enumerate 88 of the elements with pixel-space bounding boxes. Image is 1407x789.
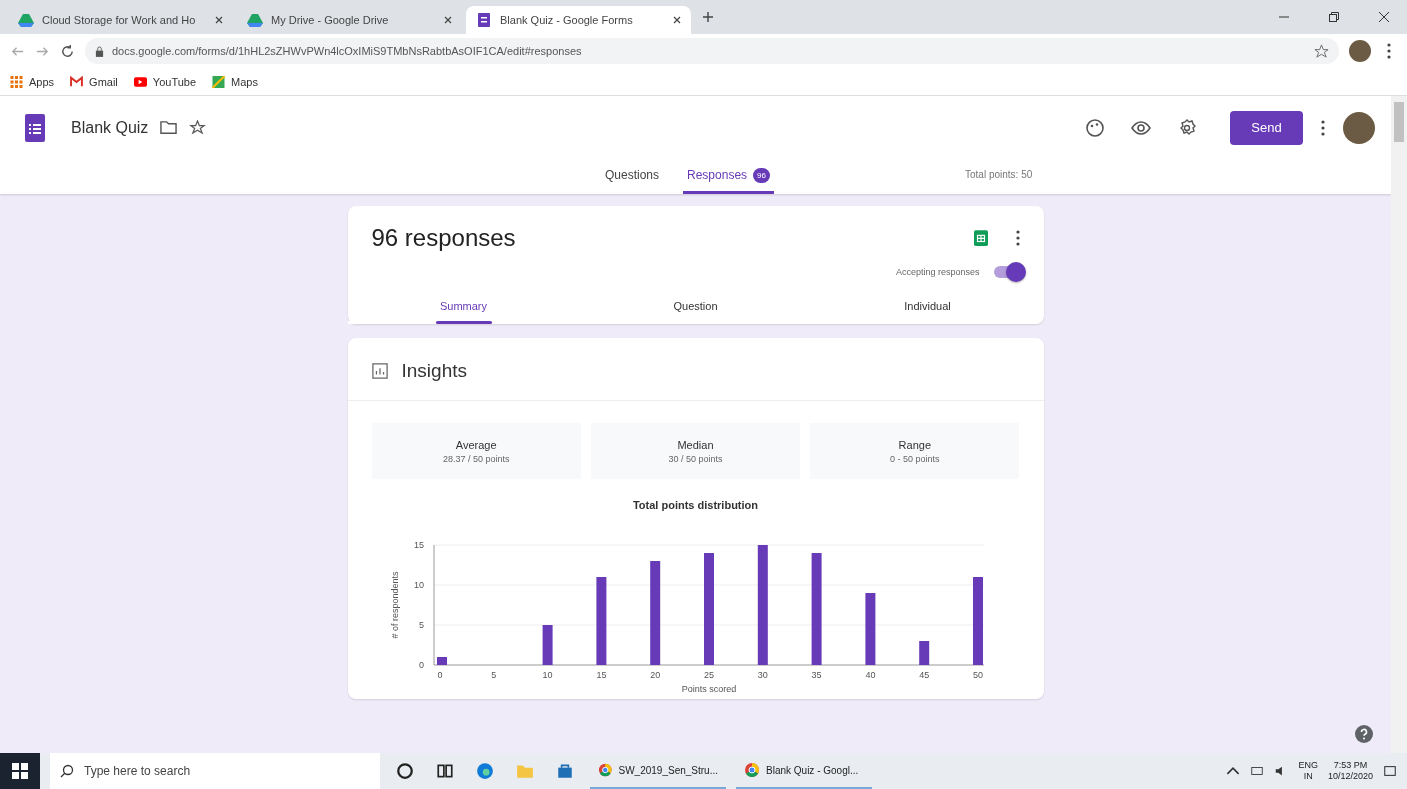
document-icon [476, 12, 492, 28]
notification-icon[interactable] [1383, 764, 1397, 778]
avatar[interactable] [1343, 111, 1375, 144]
tab-title: My Drive - Google Drive [271, 14, 390, 26]
browser-tab[interactable]: Cloud Storage for Work and Ho [8, 6, 233, 34]
x-tick-label: 25 [703, 670, 714, 680]
play-icon [133, 75, 147, 88]
insights-title: Insights [401, 360, 467, 382]
mail-icon [70, 75, 84, 88]
scrollbar-thumb[interactable] [1394, 102, 1404, 142]
x-tick-label: 10 [542, 670, 553, 680]
responses-tab[interactable]: Individual [811, 288, 1044, 324]
count-badge: 96 [753, 167, 770, 183]
send-button[interactable]: Send [1230, 110, 1303, 145]
close-icon[interactable] [673, 16, 681, 24]
triangle-icon [18, 12, 34, 28]
responses-tab[interactable]: Summary [347, 288, 580, 324]
form-tab[interactable]: Responses 96 [683, 159, 774, 194]
stat-value: 30 / 50 points [668, 453, 723, 464]
responses-tab[interactable]: Question [579, 288, 812, 324]
restore-icon[interactable] [1328, 11, 1340, 23]
browser-icon [744, 762, 760, 778]
folder-icon[interactable] [160, 120, 178, 135]
url-text: docs.google.com/forms/d/1hHL2sZHWvPWn4lcOxIMiS9TMbNsRabtbAsOIF1CA/edit#responses [112, 45, 582, 57]
accepting-label: Accepting responses [895, 267, 980, 277]
form-tab[interactable]: Questions [601, 159, 664, 194]
x-axis-label: Points scored [681, 684, 736, 694]
x-tick-label: 5 [490, 670, 496, 680]
bookmark[interactable]: YouTube [133, 75, 197, 88]
x-tick-label: 45 [918, 670, 929, 680]
clock[interactable]: 7:53 PM 10/12/2020 [1327, 760, 1373, 782]
bookmark[interactable]: Apps [10, 75, 55, 88]
taskbar-app[interactable]: SW_2019_Sen_Stru... [590, 753, 726, 789]
star-icon[interactable] [1314, 43, 1329, 59]
star-icon[interactable] [189, 120, 207, 135]
help-icon[interactable] [1355, 725, 1373, 743]
plus-icon[interactable] [703, 12, 713, 22]
browser-tab[interactable]: Blank Quiz - Google Forms [466, 6, 691, 34]
address-bar[interactable]: docs.google.com/forms/d/1hHL2sZHWvPWn4lcOxIMiS9TMbNsRabtbAsOIF1CA/edit#responses [85, 38, 1339, 64]
store-bag-icon[interactable] [556, 762, 574, 780]
lock-icon [95, 45, 104, 57]
form-document-icon[interactable] [25, 113, 45, 142]
x-tick-label: 50 [972, 670, 983, 680]
tab-title: Cloud Storage for Work and Ho [42, 14, 197, 26]
taskbar-app[interactable]: Blank Quiz - Googl... [736, 753, 872, 789]
avatar[interactable] [1349, 40, 1371, 62]
browser-icon[interactable] [476, 762, 494, 780]
y-tick-label: 10 [413, 580, 424, 590]
x-tick-label: 30 [757, 670, 768, 680]
stat-value: 0 - 50 points [890, 453, 940, 464]
stat-label: Median [677, 438, 714, 451]
responses-heading: 96 responses [371, 224, 516, 252]
y-tick-label: 15 [413, 540, 424, 550]
close-icon[interactable] [215, 16, 223, 24]
taskbar-search-field[interactable]: Type here to search [50, 753, 380, 789]
stat-label: Average [455, 438, 497, 451]
bookmark[interactable]: Gmail [70, 75, 118, 88]
grid-icon [10, 75, 23, 88]
circle-icon[interactable] [396, 762, 414, 780]
form-title[interactable]: Blank Quiz [71, 118, 149, 137]
close-icon[interactable] [1378, 11, 1390, 23]
x-tick-label: 15 [595, 670, 606, 680]
reload-icon[interactable] [60, 43, 75, 59]
y-axis-label: # of respondents [389, 571, 400, 639]
y-tick-label: 0 [418, 660, 424, 670]
triangle-icon [247, 12, 263, 28]
browser-tab[interactable]: My Drive - Google Drive [237, 6, 462, 34]
browser-icon [598, 762, 613, 778]
chart-title: Total points distribution [631, 499, 760, 511]
search-icon [60, 764, 74, 778]
x-tick-label: 0 [437, 670, 442, 680]
tab-title: Blank Quiz - Google Forms [500, 14, 634, 26]
chart-icon [371, 363, 388, 379]
task-view-icon[interactable] [436, 762, 454, 780]
stat-label: Range [898, 438, 932, 451]
total-points: Total points: 50 [965, 169, 1033, 180]
stat-value: 28.37 / 50 points [442, 453, 510, 464]
spreadsheet-icon[interactable] [973, 230, 988, 246]
windows-logo-icon[interactable] [0, 753, 40, 789]
language-indicator[interactable]: ENG IN [1298, 760, 1318, 782]
network-icon[interactable] [1250, 764, 1265, 778]
y-tick-label: 5 [418, 620, 424, 630]
map-icon [212, 75, 226, 88]
x-tick-label: 35 [811, 670, 822, 680]
close-icon[interactable] [444, 16, 452, 24]
x-tick-label: 20 [649, 670, 660, 680]
x-tick-label: 40 [864, 670, 875, 680]
bookmark[interactable]: Maps [212, 75, 258, 88]
